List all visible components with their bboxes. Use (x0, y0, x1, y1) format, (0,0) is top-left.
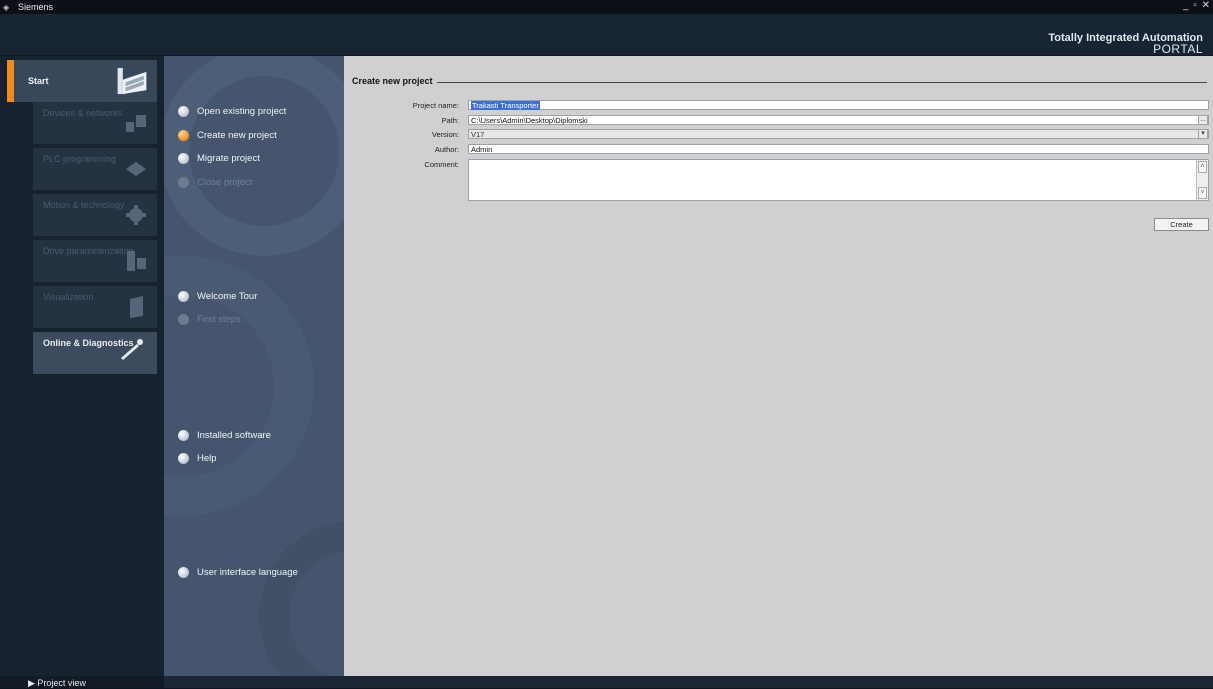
probe-icon (121, 339, 143, 360)
author-label: Author: (434, 145, 459, 154)
content-panel: Create new project Project name: Trakast… (344, 56, 1213, 676)
action-label: Open existing project (197, 106, 287, 117)
project-name-label: Project name: (412, 101, 459, 110)
category-label: Motion & technology (43, 200, 125, 210)
comment-scrollbar[interactable]: ˄ ˅ (1196, 160, 1208, 200)
bullet-icon (178, 106, 189, 117)
action-first-steps: First steps (178, 314, 241, 325)
action-installed-software[interactable]: Installed software (178, 430, 271, 441)
action-create-new-project[interactable]: Create new project (178, 130, 277, 141)
bullet-icon (178, 177, 189, 188)
version-select[interactable]: V17 ▾ (468, 129, 1209, 139)
author-field[interactable]: Admin (468, 144, 1209, 154)
brand-block: Totally Integrated Automation PORTAL (1048, 32, 1203, 56)
plc-icon (126, 162, 146, 176)
comment-label: Comment: (424, 160, 459, 169)
category-label: Visualization (43, 292, 94, 302)
bullet-icon (178, 291, 189, 302)
globe-icon (178, 567, 189, 578)
section-divider (437, 82, 1207, 83)
devices-icon (126, 115, 146, 132)
project-name-value: Trakasti Transporter (471, 101, 540, 110)
gear-watermark-icon (164, 56, 344, 676)
action-welcome-tour[interactable]: Welcome Tour (178, 291, 257, 302)
browse-button[interactable]: ... (1198, 115, 1208, 125)
version-value: V17 (471, 130, 485, 139)
path-value: C:\Users\Admin\Desktop\Diplomski (471, 116, 588, 125)
version-label: Version: (431, 130, 459, 139)
window-controls[interactable]: _ ▫ ✕ (1183, 0, 1211, 11)
project-view-link[interactable]: ▶ Project view (28, 678, 86, 689)
category-column: Start Devices & networks PLC programming… (0, 56, 164, 676)
action-label: First steps (197, 314, 241, 325)
scroll-down-icon[interactable]: ˅ (1198, 187, 1207, 199)
action-label: Create new project (197, 130, 277, 141)
action-label: Help (197, 453, 217, 464)
category-drive-parameterization: Drive parameterization (33, 240, 157, 282)
action-close-project: Close project (178, 177, 252, 188)
bullet-icon (178, 453, 189, 464)
bullet-icon (178, 153, 189, 164)
bullet-selected-icon (178, 130, 189, 141)
author-value: Admin (471, 145, 493, 154)
action-label: Welcome Tour (197, 291, 258, 302)
category-label: Start (28, 75, 49, 86)
action-label: Installed software (197, 430, 271, 441)
action-label: Migrate project (197, 153, 260, 164)
project-view-label: Project view (37, 678, 86, 688)
category-devices-networks: Devices & networks (33, 102, 157, 144)
siemens-logo-icon: ◈ (3, 2, 10, 12)
window-title: Siemens (18, 2, 54, 12)
action-open-existing-project[interactable]: Open existing project (178, 106, 286, 117)
category-motion-technology: Motion & technology (33, 194, 157, 236)
category-label: Drive parameterization (43, 246, 134, 256)
action-column: Open existing project Create new project… (164, 56, 344, 676)
scroll-up-icon[interactable]: ˄ (1198, 161, 1207, 173)
gear-icon (126, 205, 146, 225)
path-field[interactable]: C:\Users\Admin\Desktop\Diplomski ... (468, 115, 1209, 125)
category-visualization: Visualization (33, 286, 157, 328)
bullet-icon (178, 430, 189, 441)
brand-line2: PORTAL (1153, 42, 1203, 56)
action-migrate-project[interactable]: Migrate project (178, 153, 260, 164)
category-start[interactable]: Start (7, 60, 157, 102)
triangle-right-icon: ▶ (28, 678, 38, 688)
factory-icon (117, 67, 147, 95)
dropdown-icon[interactable]: ▾ (1198, 129, 1208, 139)
category-label: PLC programming (43, 154, 117, 164)
project-name-field[interactable]: Trakasti Transporter (468, 100, 1209, 110)
panel-icon (130, 296, 143, 318)
action-label: Close project (197, 177, 253, 188)
section-title: Create new project (352, 76, 433, 86)
portal-header: Totally Integrated Automation PORTAL (0, 14, 1213, 56)
category-label: Devices & networks (43, 108, 123, 118)
title-bar: ◈ Siemens _ ▫ ✕ (0, 0, 1213, 14)
action-help[interactable]: Help (178, 453, 217, 464)
bottom-bar: ▶ Project view (0, 676, 1213, 688)
drive-icon (127, 251, 146, 271)
create-button[interactable]: Create (1154, 218, 1209, 231)
action-user-interface-language[interactable]: User interface language (178, 567, 298, 578)
path-label: Path: (441, 116, 459, 125)
category-online-diagnostics[interactable]: Online & Diagnostics (33, 332, 157, 374)
category-plc-programming: PLC programming (33, 148, 157, 190)
bullet-icon (178, 314, 189, 325)
comment-textarea[interactable]: ˄ ˅ (468, 159, 1209, 201)
action-label: User interface language (197, 567, 298, 578)
